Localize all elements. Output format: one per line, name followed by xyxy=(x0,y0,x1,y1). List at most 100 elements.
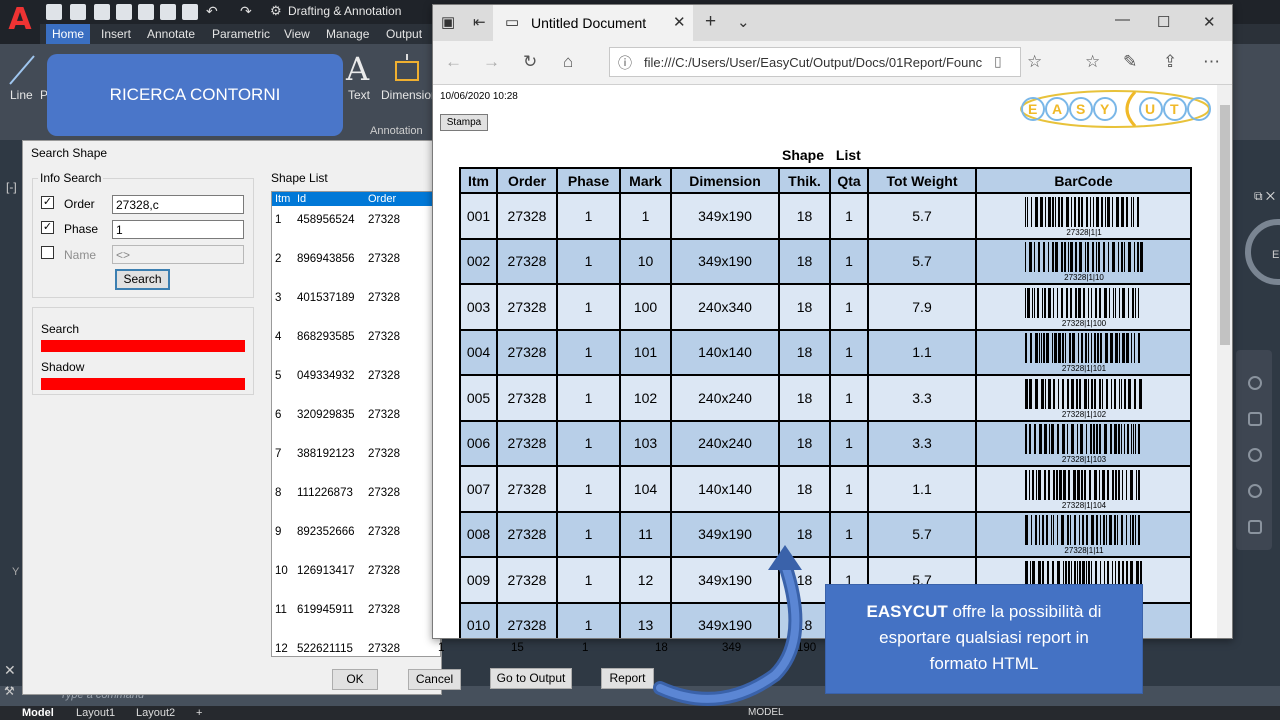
save-icon[interactable] xyxy=(94,4,110,20)
scrollbar-thumb[interactable] xyxy=(1220,105,1230,345)
cancel-button[interactable]: Cancel xyxy=(408,669,461,690)
close-tab-icon[interactable]: ✕ xyxy=(673,13,686,31)
save-as-icon[interactable] xyxy=(116,4,132,20)
table-header-row: Itm Order Phase Mark Dimension Thik. Qta… xyxy=(459,167,1192,194)
address-bar[interactable]: ⓘ file:///C:/Users/User/EasyCut/Output/D… xyxy=(609,47,1021,77)
dimension-cell: 240x240 xyxy=(670,419,780,467)
order-field[interactable] xyxy=(112,195,244,214)
dimension-cell: 140x140 xyxy=(670,328,780,376)
mark-cell: 1 xyxy=(619,192,672,240)
column-id[interactable]: Id xyxy=(297,193,306,205)
thik-cell: 18 xyxy=(778,237,831,285)
ribbon-tab-parametric[interactable]: Parametric xyxy=(212,27,270,41)
address-input[interactable]: file:///C:/Users/User/EasyCut/Output/Doc… xyxy=(644,55,989,70)
chevron-down-icon[interactable]: ⌄ xyxy=(737,13,750,31)
dimension-tool-icon[interactable] xyxy=(390,52,424,86)
workspace-switcher[interactable]: Drafting & Annotation xyxy=(288,4,401,18)
itm-cell: 9 xyxy=(275,526,282,538)
ribbon-tab-insert[interactable]: Insert xyxy=(101,27,131,41)
order-label: Order xyxy=(64,197,95,211)
shape-list[interactable]: Itm Id Order 1 458956524 27328 2 896943856 2… xyxy=(271,191,441,657)
home-icon[interactable]: ⌂ xyxy=(563,52,573,72)
steering-wheel-icon[interactable] xyxy=(1248,376,1262,390)
search-button[interactable]: Search xyxy=(115,269,170,290)
maximize-icon[interactable]: ☐ xyxy=(1157,13,1170,31)
pan-icon[interactable] xyxy=(1248,412,1262,426)
tab-model[interactable]: Model xyxy=(22,707,54,719)
phase-cell: 1 xyxy=(556,328,621,376)
go-to-output-button[interactable]: Go to Output xyxy=(490,668,572,689)
more-icon[interactable]: ⋯ xyxy=(1203,52,1220,72)
showmotion-icon[interactable] xyxy=(1248,520,1262,534)
zoom-icon[interactable] xyxy=(1248,448,1262,462)
dimension-tool-label[interactable]: Dimension xyxy=(381,88,438,102)
new-file-icon[interactable] xyxy=(46,4,62,20)
ribbon-tab-view[interactable]: View xyxy=(284,27,310,41)
shape-list-label: Shape List xyxy=(271,171,328,185)
set-tabs-aside-icon[interactable]: ⇤ xyxy=(473,13,486,31)
phase-cell: 1 xyxy=(556,374,621,422)
name-field[interactable] xyxy=(112,245,244,264)
text-tool-label[interactable]: Text xyxy=(348,88,370,102)
open-web-icon[interactable] xyxy=(138,4,154,20)
ribbon-tab-home[interactable]: Home xyxy=(46,24,91,44)
share-icon[interactable]: ⇪ xyxy=(1163,52,1177,72)
svg-text:E: E xyxy=(1028,101,1037,117)
shadow-bar-label: Shadow xyxy=(41,360,85,374)
phase-field[interactable] xyxy=(112,220,244,239)
ribbon-tab-output[interactable]: Output xyxy=(386,27,422,41)
plot-icon[interactable] xyxy=(182,4,198,20)
phase-cell: 1 xyxy=(556,465,621,513)
info-icon[interactable]: ⓘ xyxy=(618,53,632,73)
id-cell: 892352666 xyxy=(297,526,355,538)
orbit-icon[interactable] xyxy=(1248,484,1262,498)
tab-layout1[interactable]: Layout1 xyxy=(76,707,115,719)
id-cell: 868293585 xyxy=(297,331,355,343)
column-order[interactable]: Order xyxy=(368,193,396,205)
line-tool-icon[interactable] xyxy=(6,52,36,88)
tab-actions-icon[interactable]: ▣ xyxy=(441,13,455,31)
workspace-gear-icon[interactable]: ⚙ xyxy=(270,4,284,20)
text-tool-icon[interactable]: A xyxy=(346,50,369,88)
phase-cell: 1 xyxy=(556,556,621,604)
name-checkbox[interactable] xyxy=(41,246,54,259)
tab-layout2[interactable]: Layout2 xyxy=(136,707,175,719)
phase-cell: 1 xyxy=(556,419,621,467)
column-itm[interactable]: Itm xyxy=(275,193,290,205)
autocad-logo-icon[interactable]: A xyxy=(0,0,40,44)
barcode-icon: 27328|1|10 xyxy=(1024,242,1143,282)
redo-icon[interactable]: ↷ xyxy=(240,4,254,20)
forward-icon[interactable]: → xyxy=(483,52,500,72)
ok-button[interactable]: OK xyxy=(332,669,378,690)
browser-tab[interactable]: ▭ Untitled Document ✕ xyxy=(493,5,693,41)
line-tool-label[interactable]: Line xyxy=(10,88,33,102)
open-file-icon[interactable] xyxy=(70,4,86,20)
add-layout-icon[interactable]: + xyxy=(196,707,202,719)
phase-checkbox[interactable]: ✓ xyxy=(41,221,54,234)
back-icon[interactable]: ← xyxy=(445,52,462,72)
reading-view-icon[interactable]: ▯ xyxy=(994,53,1002,70)
customize-icon[interactable]: ⚒ xyxy=(4,684,15,698)
minimize-icon[interactable]: — xyxy=(1115,11,1130,28)
undo-icon[interactable]: ↶ xyxy=(206,4,220,20)
phase-cell: 1 xyxy=(556,192,621,240)
print-button[interactable]: Stampa xyxy=(440,114,488,131)
ribbon-tab-annotate[interactable]: Annotate xyxy=(147,27,195,41)
barcode-label: 27328|1|10 xyxy=(1064,273,1104,282)
viewport-controls[interactable]: [-] xyxy=(6,180,17,194)
pen-icon[interactable]: ✎ xyxy=(1123,52,1137,72)
thik-cell: 18 xyxy=(778,419,831,467)
favorite-star-icon[interactable]: ☆ xyxy=(1027,52,1042,72)
svg-text:E: E xyxy=(1272,249,1279,261)
ribbon-tab-manage[interactable]: Manage xyxy=(326,27,369,41)
qta-cell: 1 xyxy=(829,283,869,331)
order-checkbox[interactable]: ✓ xyxy=(41,196,54,209)
favorites-icon[interactable]: ☆ xyxy=(1085,52,1100,72)
mark-cell: 101 xyxy=(619,328,672,376)
close-commandline-icon[interactable]: ✕ xyxy=(4,662,16,679)
close-window-icon[interactable]: ✕ xyxy=(1203,13,1216,31)
save-web-icon[interactable] xyxy=(160,4,176,20)
viewcube[interactable]: ⧉ ✕ E xyxy=(1232,189,1280,310)
refresh-icon[interactable]: ↻ xyxy=(523,52,537,72)
new-tab-icon[interactable]: + xyxy=(705,11,716,33)
